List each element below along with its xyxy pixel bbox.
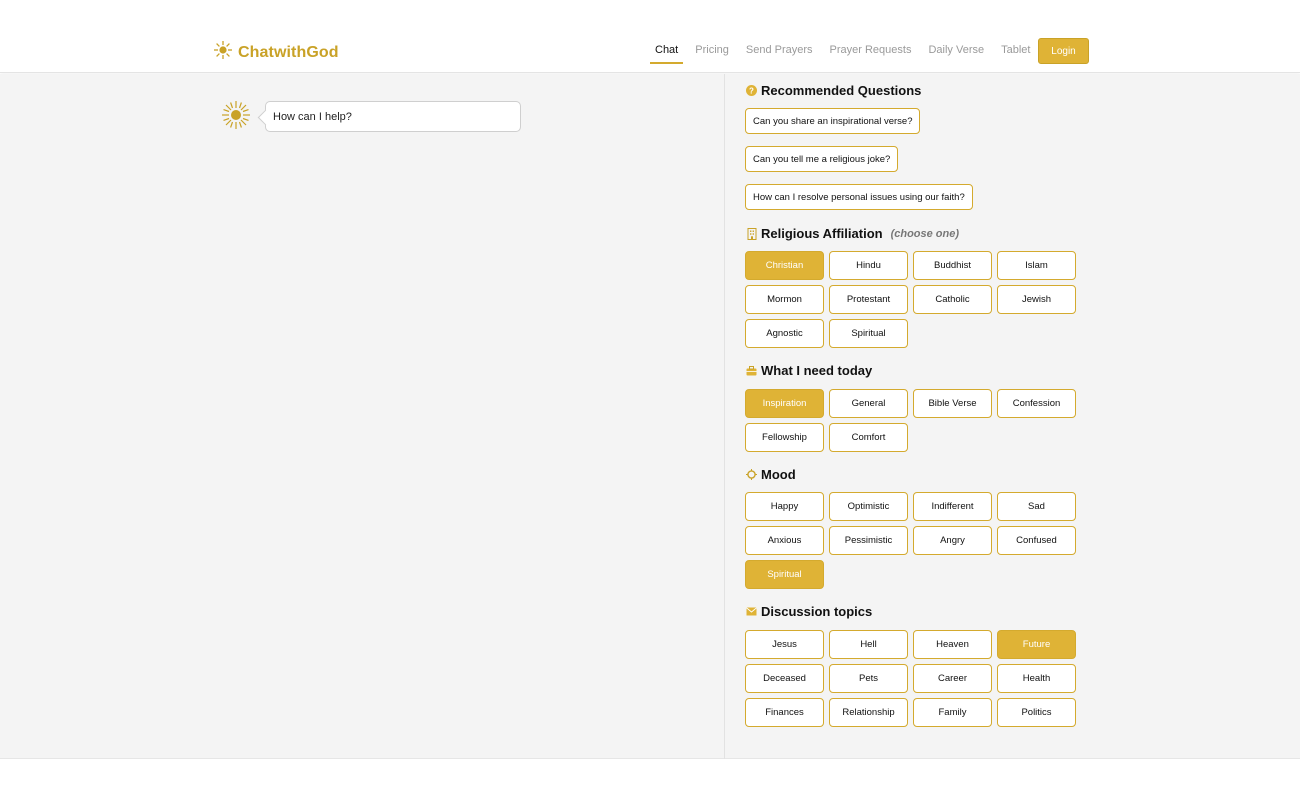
login-button[interactable]: Login xyxy=(1038,38,1089,64)
main-nav: Chat Pricing Send Prayers Prayer Request… xyxy=(650,38,1047,64)
affiliation-hint: (choose one) xyxy=(890,227,960,240)
affiliation-option-islam[interactable]: Islam xyxy=(997,251,1076,280)
recommended-title: Recommended Questions xyxy=(761,83,922,98)
topic-option-future[interactable]: Future xyxy=(997,630,1076,659)
recommended-questions-heading: ? Recommended Questions xyxy=(746,83,921,98)
question-circle-icon: ? xyxy=(746,85,757,96)
nav-pricing[interactable]: Pricing xyxy=(695,38,729,64)
topic-option-career[interactable]: Career xyxy=(913,664,992,693)
briefcase-icon xyxy=(746,365,757,376)
need-option-general[interactable]: General xyxy=(829,389,908,418)
svg-text:?: ? xyxy=(749,87,754,96)
building-icon xyxy=(746,227,757,240)
affiliation-option-catholic[interactable]: Catholic xyxy=(913,285,992,314)
need-title: What I need today xyxy=(761,363,873,378)
topic-option-hell[interactable]: Hell xyxy=(829,630,908,659)
nav-daily-verse[interactable]: Daily Verse xyxy=(928,38,984,64)
affiliation-option-spiritual[interactable]: Spiritual xyxy=(829,319,908,348)
need-option-bible-verse[interactable]: Bible Verse xyxy=(913,389,992,418)
mood-option-confused[interactable]: Confused xyxy=(997,526,1076,555)
panel-divider xyxy=(724,74,725,759)
main-area xyxy=(0,74,1300,759)
mood-option-spiritual[interactable]: Spiritual xyxy=(745,560,824,589)
question-button[interactable]: How can I resolve personal issues using … xyxy=(745,184,973,210)
mood-option-angry[interactable]: Angry xyxy=(913,526,992,555)
mood-option-pessimistic[interactable]: Pessimistic xyxy=(829,526,908,555)
mood-option-anxious[interactable]: Anxious xyxy=(745,526,824,555)
mood-options: Happy Optimistic Indifferent Sad Anxious… xyxy=(745,492,1076,589)
topic-option-relationship[interactable]: Relationship xyxy=(829,698,908,727)
nav-send-prayers[interactable]: Send Prayers xyxy=(746,38,813,64)
mood-option-happy[interactable]: Happy xyxy=(745,492,824,521)
topic-option-heaven[interactable]: Heaven xyxy=(913,630,992,659)
need-options: Inspiration General Bible Verse Confessi… xyxy=(745,389,1076,452)
nav-chat[interactable]: Chat xyxy=(650,38,684,64)
topic-option-family[interactable]: Family xyxy=(913,698,992,727)
nav-prayer-requests[interactable]: Prayer Requests xyxy=(830,38,912,64)
envelope-icon xyxy=(746,606,757,617)
topics-options: Jesus Hell Heaven Future Deceased Pets C… xyxy=(745,630,1076,727)
affiliation-option-protestant[interactable]: Protestant xyxy=(829,285,908,314)
affiliation-option-christian[interactable]: Christian xyxy=(745,251,824,280)
topic-option-deceased[interactable]: Deceased xyxy=(745,664,824,693)
affiliation-option-hindu[interactable]: Hindu xyxy=(829,251,908,280)
need-today-heading: What I need today xyxy=(746,363,872,378)
topic-option-politics[interactable]: Politics xyxy=(997,698,1076,727)
need-option-confession[interactable]: Confession xyxy=(997,389,1076,418)
brand-logo[interactable]: ChatwithGod xyxy=(213,40,339,65)
mood-option-sad[interactable]: Sad xyxy=(997,492,1076,521)
mood-heading: Mood xyxy=(746,467,796,482)
mood-title: Mood xyxy=(761,467,796,482)
top-header: ChatwithGod Chat Pricing Send Prayers Pr… xyxy=(0,0,1300,73)
religious-affiliation-heading: Religious Affiliation (choose one) xyxy=(746,226,959,241)
sun-icon xyxy=(221,100,251,135)
affiliation-options: Christian Hindu Buddhist Islam Mormon Pr… xyxy=(745,251,1076,348)
topic-option-health[interactable]: Health xyxy=(997,664,1076,693)
topic-option-finances[interactable]: Finances xyxy=(745,698,824,727)
need-option-inspiration[interactable]: Inspiration xyxy=(745,389,824,418)
question-button[interactable]: Can you share an inspirational verse? xyxy=(745,108,921,134)
brand-name: ChatwithGod xyxy=(238,43,339,61)
chat-message-bubble: How can I help? xyxy=(265,101,521,132)
question-button[interactable]: Can you tell me a religious joke? xyxy=(745,146,899,172)
affiliation-title: Religious Affiliation xyxy=(761,226,883,241)
need-option-fellowship[interactable]: Fellowship xyxy=(745,423,824,452)
affiliation-option-mormon[interactable]: Mormon xyxy=(745,285,824,314)
sun-outline-icon xyxy=(746,469,757,480)
mood-option-indifferent[interactable]: Indifferent xyxy=(913,492,992,521)
discussion-topics-heading: Discussion topics xyxy=(746,604,872,619)
affiliation-option-agnostic[interactable]: Agnostic xyxy=(745,319,824,348)
topic-option-jesus[interactable]: Jesus xyxy=(745,630,824,659)
sun-logo-icon xyxy=(213,40,233,65)
topics-title: Discussion topics xyxy=(761,604,873,619)
need-option-comfort[interactable]: Comfort xyxy=(829,423,908,452)
mood-option-optimistic[interactable]: Optimistic xyxy=(829,492,908,521)
nav-tablet[interactable]: Tablet xyxy=(1001,38,1030,64)
affiliation-option-jewish[interactable]: Jewish xyxy=(997,285,1076,314)
affiliation-option-buddhist[interactable]: Buddhist xyxy=(913,251,992,280)
topic-option-pets[interactable]: Pets xyxy=(829,664,908,693)
